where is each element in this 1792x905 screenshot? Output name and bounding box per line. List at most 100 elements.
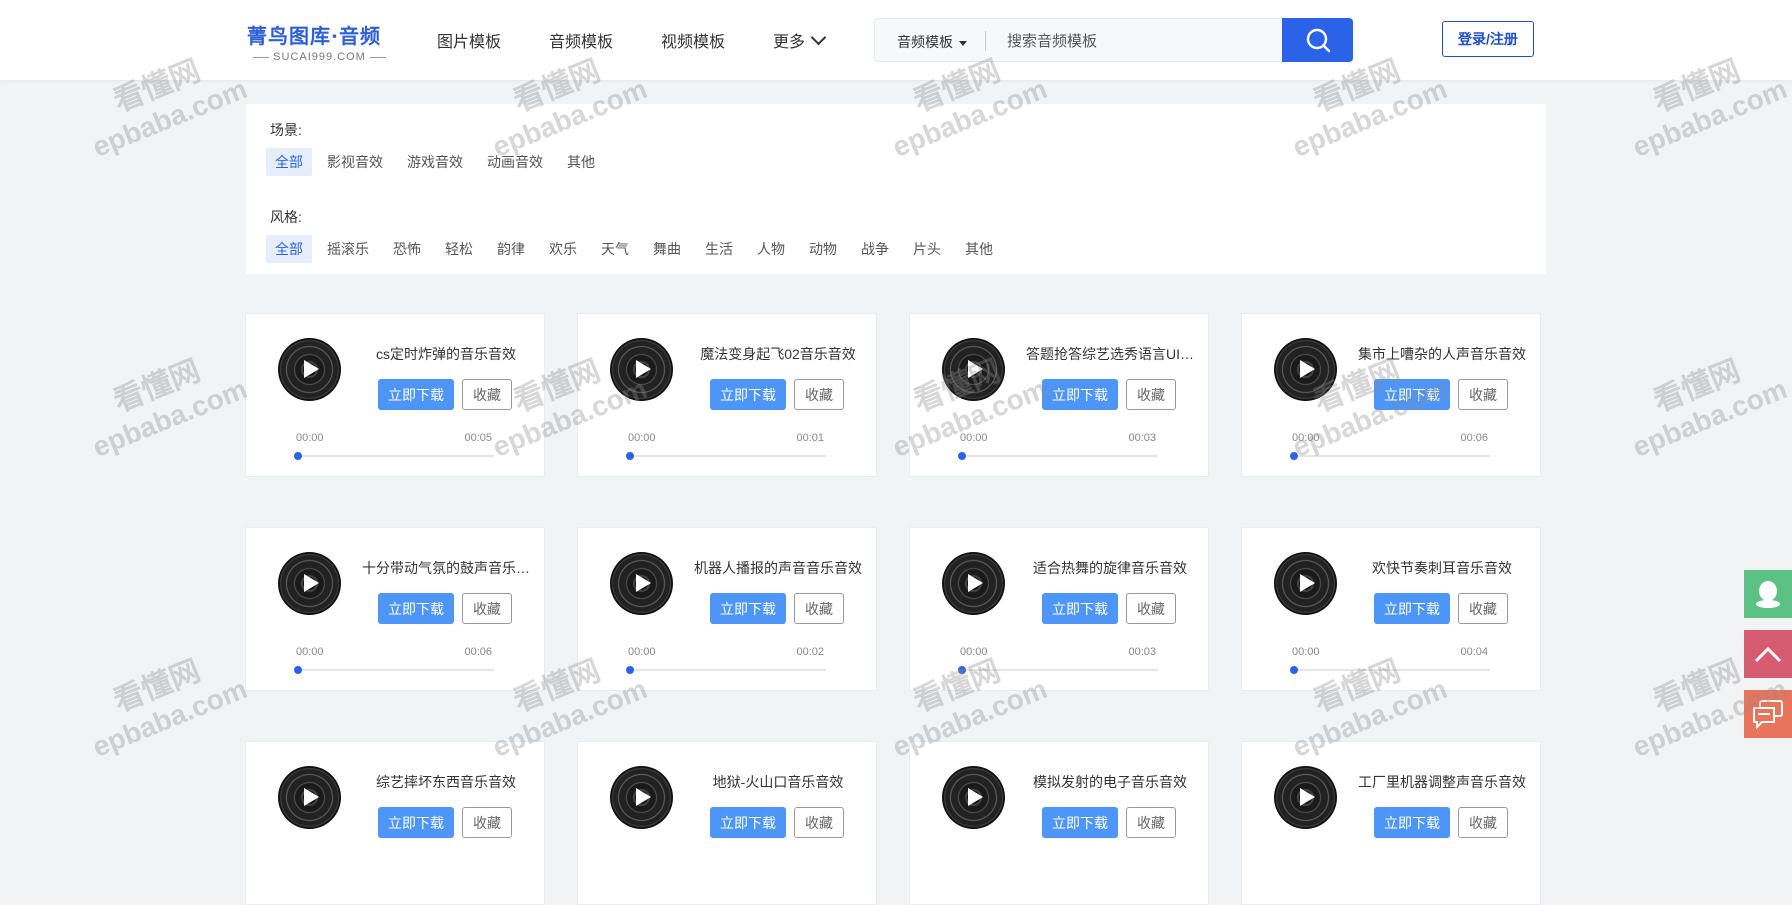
play-icon[interactable]	[610, 338, 673, 401]
favorite-button[interactable]: 收藏	[794, 379, 844, 410]
style-option[interactable]: 战争	[852, 235, 898, 263]
favorite-button[interactable]: 收藏	[794, 807, 844, 838]
play-icon[interactable]	[942, 766, 1005, 829]
progress-knob[interactable]	[1290, 452, 1298, 460]
progress-knob[interactable]	[294, 452, 302, 460]
watermark: 看懂网 epbaba.com	[72, 632, 252, 764]
style-option[interactable]: 韵律	[488, 235, 534, 263]
current-time: 00:00	[296, 432, 324, 444]
chat-button[interactable]	[1744, 690, 1792, 738]
scene-option[interactable]: 动画音效	[478, 148, 552, 176]
nav-item-images[interactable]: 图片模板	[437, 28, 501, 52]
search-type-select[interactable]: 音频模板	[897, 32, 967, 52]
qq-contact-button[interactable]	[1744, 570, 1792, 618]
style-option[interactable]: 片头	[904, 235, 950, 263]
play-icon[interactable]	[278, 552, 341, 615]
download-button[interactable]: 立即下载	[378, 379, 454, 410]
download-button[interactable]: 立即下载	[710, 807, 786, 838]
progress-knob[interactable]	[1290, 666, 1298, 674]
style-option[interactable]: 摇滚乐	[318, 235, 378, 263]
nav-item-more[interactable]: 更多	[773, 28, 827, 52]
favorite-button[interactable]: 收藏	[1126, 593, 1176, 624]
search-input[interactable]	[1005, 29, 1269, 53]
download-button[interactable]: 立即下载	[710, 593, 786, 624]
card-title: 地狱-火山口音乐音效	[712, 774, 844, 790]
style-option[interactable]: 轻松	[436, 235, 482, 263]
progress-knob[interactable]	[626, 666, 634, 674]
play-icon[interactable]	[278, 766, 341, 829]
scene-option[interactable]: 全部	[266, 148, 312, 176]
watermark-line1: 看懂网	[109, 354, 205, 419]
favorite-button[interactable]: 收藏	[462, 379, 512, 410]
current-time: 00:00	[628, 432, 656, 444]
favorite-button[interactable]: 收藏	[462, 593, 512, 624]
play-icon[interactable]	[1274, 552, 1337, 615]
style-option[interactable]: 欢乐	[540, 235, 586, 263]
nav-item-video[interactable]: 视频模板	[661, 28, 725, 52]
download-button[interactable]: 立即下载	[1374, 593, 1450, 624]
search-button[interactable]	[1282, 18, 1353, 62]
duration: 00:04	[1460, 646, 1488, 658]
progress-knob[interactable]	[958, 666, 966, 674]
card-title: 答题抢答综艺选秀语言UI…	[1026, 346, 1194, 362]
progress-knob[interactable]	[626, 452, 634, 460]
progress-track[interactable]	[1294, 669, 1490, 671]
play-icon[interactable]	[1274, 766, 1337, 829]
favorite-button[interactable]: 收藏	[1458, 593, 1508, 624]
favorite-button[interactable]: 收藏	[794, 593, 844, 624]
play-icon[interactable]	[1274, 338, 1337, 401]
favorite-button[interactable]: 收藏	[1458, 807, 1508, 838]
style-option[interactable]: 舞曲	[644, 235, 690, 263]
style-option[interactable]: 全部	[266, 235, 312, 263]
download-button[interactable]: 立即下载	[1042, 807, 1118, 838]
play-icon[interactable]	[278, 338, 341, 401]
progress-track[interactable]	[962, 455, 1158, 457]
favorite-button[interactable]: 收藏	[1126, 807, 1176, 838]
style-option[interactable]: 天气	[592, 235, 638, 263]
style-option[interactable]: 生活	[696, 235, 742, 263]
download-button[interactable]: 立即下载	[378, 807, 454, 838]
card-title: 十分带动气氛的鼓声音乐…	[362, 560, 530, 576]
card-title: 适合热舞的旋律音乐音效	[1033, 560, 1187, 576]
progress-track[interactable]	[962, 669, 1158, 671]
download-button[interactable]: 立即下载	[1374, 807, 1450, 838]
current-time: 00:00	[960, 646, 988, 658]
style-option[interactable]: 人物	[748, 235, 794, 263]
favorite-button[interactable]: 收藏	[1458, 379, 1508, 410]
scene-option[interactable]: 游戏音效	[398, 148, 472, 176]
play-icon[interactable]	[610, 552, 673, 615]
current-time: 00:00	[296, 646, 324, 658]
play-icon[interactable]	[610, 766, 673, 829]
play-icon[interactable]	[942, 338, 1005, 401]
progress-track[interactable]	[630, 669, 826, 671]
play-icon[interactable]	[942, 552, 1005, 615]
favorite-button[interactable]: 收藏	[462, 807, 512, 838]
progress-track[interactable]	[1294, 455, 1490, 457]
style-option[interactable]: 动物	[800, 235, 846, 263]
progress-knob[interactable]	[294, 666, 302, 674]
progress-track[interactable]	[630, 455, 826, 457]
download-button[interactable]: 立即下载	[378, 593, 454, 624]
progress-track[interactable]	[298, 669, 494, 671]
nav-item-audio[interactable]: 音频模板	[549, 28, 613, 52]
card-title: 欢快节奏刺耳音乐音效	[1372, 560, 1512, 576]
favorite-button[interactable]: 收藏	[1126, 379, 1176, 410]
download-button[interactable]: 立即下载	[1042, 593, 1118, 624]
scene-option[interactable]: 影视音效	[318, 148, 392, 176]
download-button[interactable]: 立即下载	[710, 379, 786, 410]
login-register-button[interactable]: 登录/注册	[1442, 21, 1534, 57]
scene-label: 场景:	[270, 122, 302, 138]
progress-knob[interactable]	[958, 452, 966, 460]
site-logo[interactable]: 菁鸟图库·音频 SUCAI999.COM	[247, 20, 392, 63]
back-to-top-button[interactable]	[1744, 630, 1792, 678]
scene-options: 全部 影视音效 游戏音效 动画音效 其他	[266, 148, 610, 176]
download-button[interactable]: 立即下载	[1374, 379, 1450, 410]
download-button[interactable]: 立即下载	[1042, 379, 1118, 410]
filter-panel: 场景: 全部 影视音效 游戏音效 动画音效 其他 风格: 全部 摇滚乐 恐怖 轻…	[246, 104, 1546, 274]
style-option[interactable]: 其他	[956, 235, 1002, 263]
style-option[interactable]: 恐怖	[384, 235, 430, 263]
style-options: 全部 摇滚乐 恐怖 轻松 韵律 欢乐 天气 舞曲 生活 人物 动物 战争 片头 …	[266, 235, 1008, 263]
watermark-line2: epbaba.com	[1628, 372, 1792, 463]
scene-option[interactable]: 其他	[558, 148, 604, 176]
progress-track[interactable]	[298, 455, 494, 457]
